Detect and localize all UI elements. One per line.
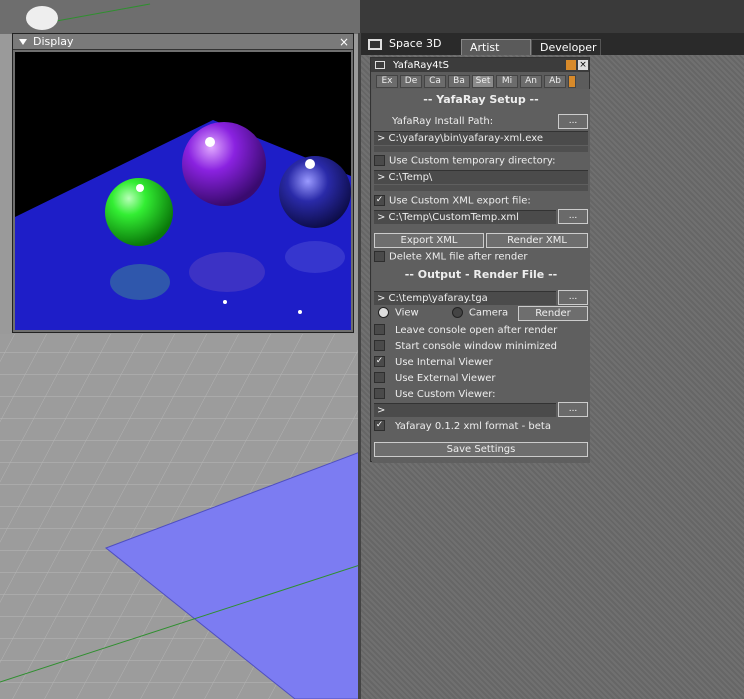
- delete-xml-checkbox[interactable]: [374, 251, 385, 262]
- custom-viewer-option[interactable]: Use Custom Viewer:: [374, 388, 588, 402]
- leave-console-option[interactable]: Leave console open after render: [374, 324, 588, 338]
- start-minimized-checkbox[interactable]: [374, 340, 385, 351]
- tab-scroll-arrow-icon[interactable]: [568, 75, 576, 88]
- tab-developer[interactable]: Developer: [531, 39, 601, 55]
- blue-sphere: [279, 156, 351, 228]
- window-icon: [368, 39, 382, 50]
- view-label: View: [395, 307, 419, 319]
- setup-heading: -- YafaRay Setup --: [423, 93, 539, 106]
- close-icon[interactable]: ×: [578, 60, 588, 70]
- render-button[interactable]: Render: [518, 306, 588, 321]
- install-path-label: YafaRay Install Path:: [392, 116, 494, 127]
- output-heading: -- Output - Render File --: [404, 268, 558, 281]
- delete-xml-option[interactable]: Delete XML file after render: [374, 251, 588, 265]
- format-checkbox[interactable]: ✓: [374, 420, 385, 431]
- external-viewer-label: Use External Viewer: [395, 372, 496, 384]
- tab-set[interactable]: Set: [472, 75, 494, 88]
- render-xml-button[interactable]: Render XML: [486, 233, 588, 248]
- collapse-triangle-icon[interactable]: [19, 38, 27, 45]
- temp-dir-option[interactable]: Use Custom temporary directory:: [374, 155, 588, 169]
- application-window: Display × Space 3D Artist Developer Yafa…: [0, 0, 744, 699]
- settings-content: -- YafaRay Setup -- YafaRay Install Path…: [372, 89, 590, 463]
- xml-browse-button[interactable]: ...: [558, 209, 588, 224]
- divider: [374, 146, 588, 152]
- xml-export-checkbox[interactable]: ✓: [374, 195, 385, 206]
- yafaray-title: YafaRay4tS: [393, 59, 449, 71]
- custom-viewer-field[interactable]: >: [374, 403, 556, 417]
- format-label: Yafaray 0.1.2 xml format - beta: [395, 420, 551, 432]
- minimize-icon[interactable]: [566, 60, 576, 70]
- render-preview: [15, 52, 351, 330]
- internal-viewer-option[interactable]: ✓ Use Internal Viewer: [374, 356, 588, 370]
- display-window: Display ×: [12, 33, 354, 333]
- camera-label: Camera: [468, 307, 509, 319]
- custom-viewer-checkbox[interactable]: [374, 388, 385, 399]
- export-xml-button[interactable]: Export XML: [374, 233, 484, 248]
- window-icon: [375, 61, 385, 69]
- yafaray-titlebar[interactable]: YafaRay4tS ×: [371, 58, 589, 72]
- tab-ba[interactable]: Ba: [448, 75, 470, 88]
- yafaray-tabs: Ex De Ca Ba Set Mi An Ab: [376, 75, 578, 89]
- light-object: [26, 6, 58, 30]
- leave-console-checkbox[interactable]: [374, 324, 385, 335]
- output-path-field[interactable]: > C:\temp\yafaray.tga: [374, 291, 556, 305]
- xml-export-option[interactable]: ✓ Use Custom XML export file:: [374, 195, 588, 209]
- start-minimized-option[interactable]: Start console window minimized: [374, 340, 588, 354]
- temp-dir-label: Use Custom temporary directory:: [389, 155, 556, 167]
- divider: [374, 185, 588, 191]
- tab-an[interactable]: An: [520, 75, 542, 88]
- external-viewer-checkbox[interactable]: [374, 372, 385, 383]
- external-viewer-option[interactable]: Use External Viewer: [374, 372, 588, 386]
- tab-mi[interactable]: Mi: [496, 75, 518, 88]
- xml-export-label: Use Custom XML export file:: [389, 195, 531, 207]
- close-icon[interactable]: ×: [339, 35, 349, 49]
- delete-xml-label: Delete XML file after render: [389, 251, 528, 263]
- install-browse-button[interactable]: ...: [558, 114, 588, 129]
- space3d-header: Space 3D Artist Developer: [361, 33, 744, 55]
- display-title: Display: [33, 35, 74, 48]
- internal-viewer-checkbox[interactable]: ✓: [374, 356, 385, 367]
- temp-dir-checkbox[interactable]: [374, 155, 385, 166]
- start-minimized-label: Start console window minimized: [395, 340, 558, 352]
- tab-de[interactable]: De: [400, 75, 422, 88]
- save-settings-button[interactable]: Save Settings: [374, 442, 588, 457]
- format-option[interactable]: ✓ Yafaray 0.1.2 xml format - beta: [374, 420, 588, 434]
- custom-viewer-browse-button[interactable]: ...: [558, 402, 588, 417]
- leave-console-label: Leave console open after render: [395, 324, 558, 336]
- internal-viewer-label: Use Internal Viewer: [395, 356, 493, 368]
- xml-export-field[interactable]: > C:\Temp\CustomTemp.xml: [374, 210, 556, 224]
- temp-dir-field[interactable]: > C:\Temp\: [374, 170, 588, 184]
- viewport-3d[interactable]: Display ×: [0, 0, 360, 699]
- yafaray-panel: YafaRay4tS × Ex De Ca Ba Set Mi An Ab --…: [370, 57, 590, 463]
- display-titlebar[interactable]: Display ×: [13, 34, 353, 50]
- tab-ex[interactable]: Ex: [376, 75, 398, 88]
- space3d-title: Space 3D: [389, 37, 442, 50]
- tab-artist[interactable]: Artist: [461, 39, 531, 55]
- custom-viewer-label: Use Custom Viewer:: [395, 388, 496, 400]
- camera-radio[interactable]: [451, 307, 463, 318]
- tab-ab[interactable]: Ab: [544, 75, 566, 88]
- tab-ca[interactable]: Ca: [424, 75, 446, 88]
- install-path-field[interactable]: > C:\yafaray\bin\yafaray-xml.exe: [374, 131, 588, 145]
- render-image: [15, 120, 351, 330]
- purple-sphere: [182, 122, 266, 206]
- view-radio[interactable]: [378, 307, 389, 318]
- output-browse-button[interactable]: ...: [558, 290, 588, 305]
